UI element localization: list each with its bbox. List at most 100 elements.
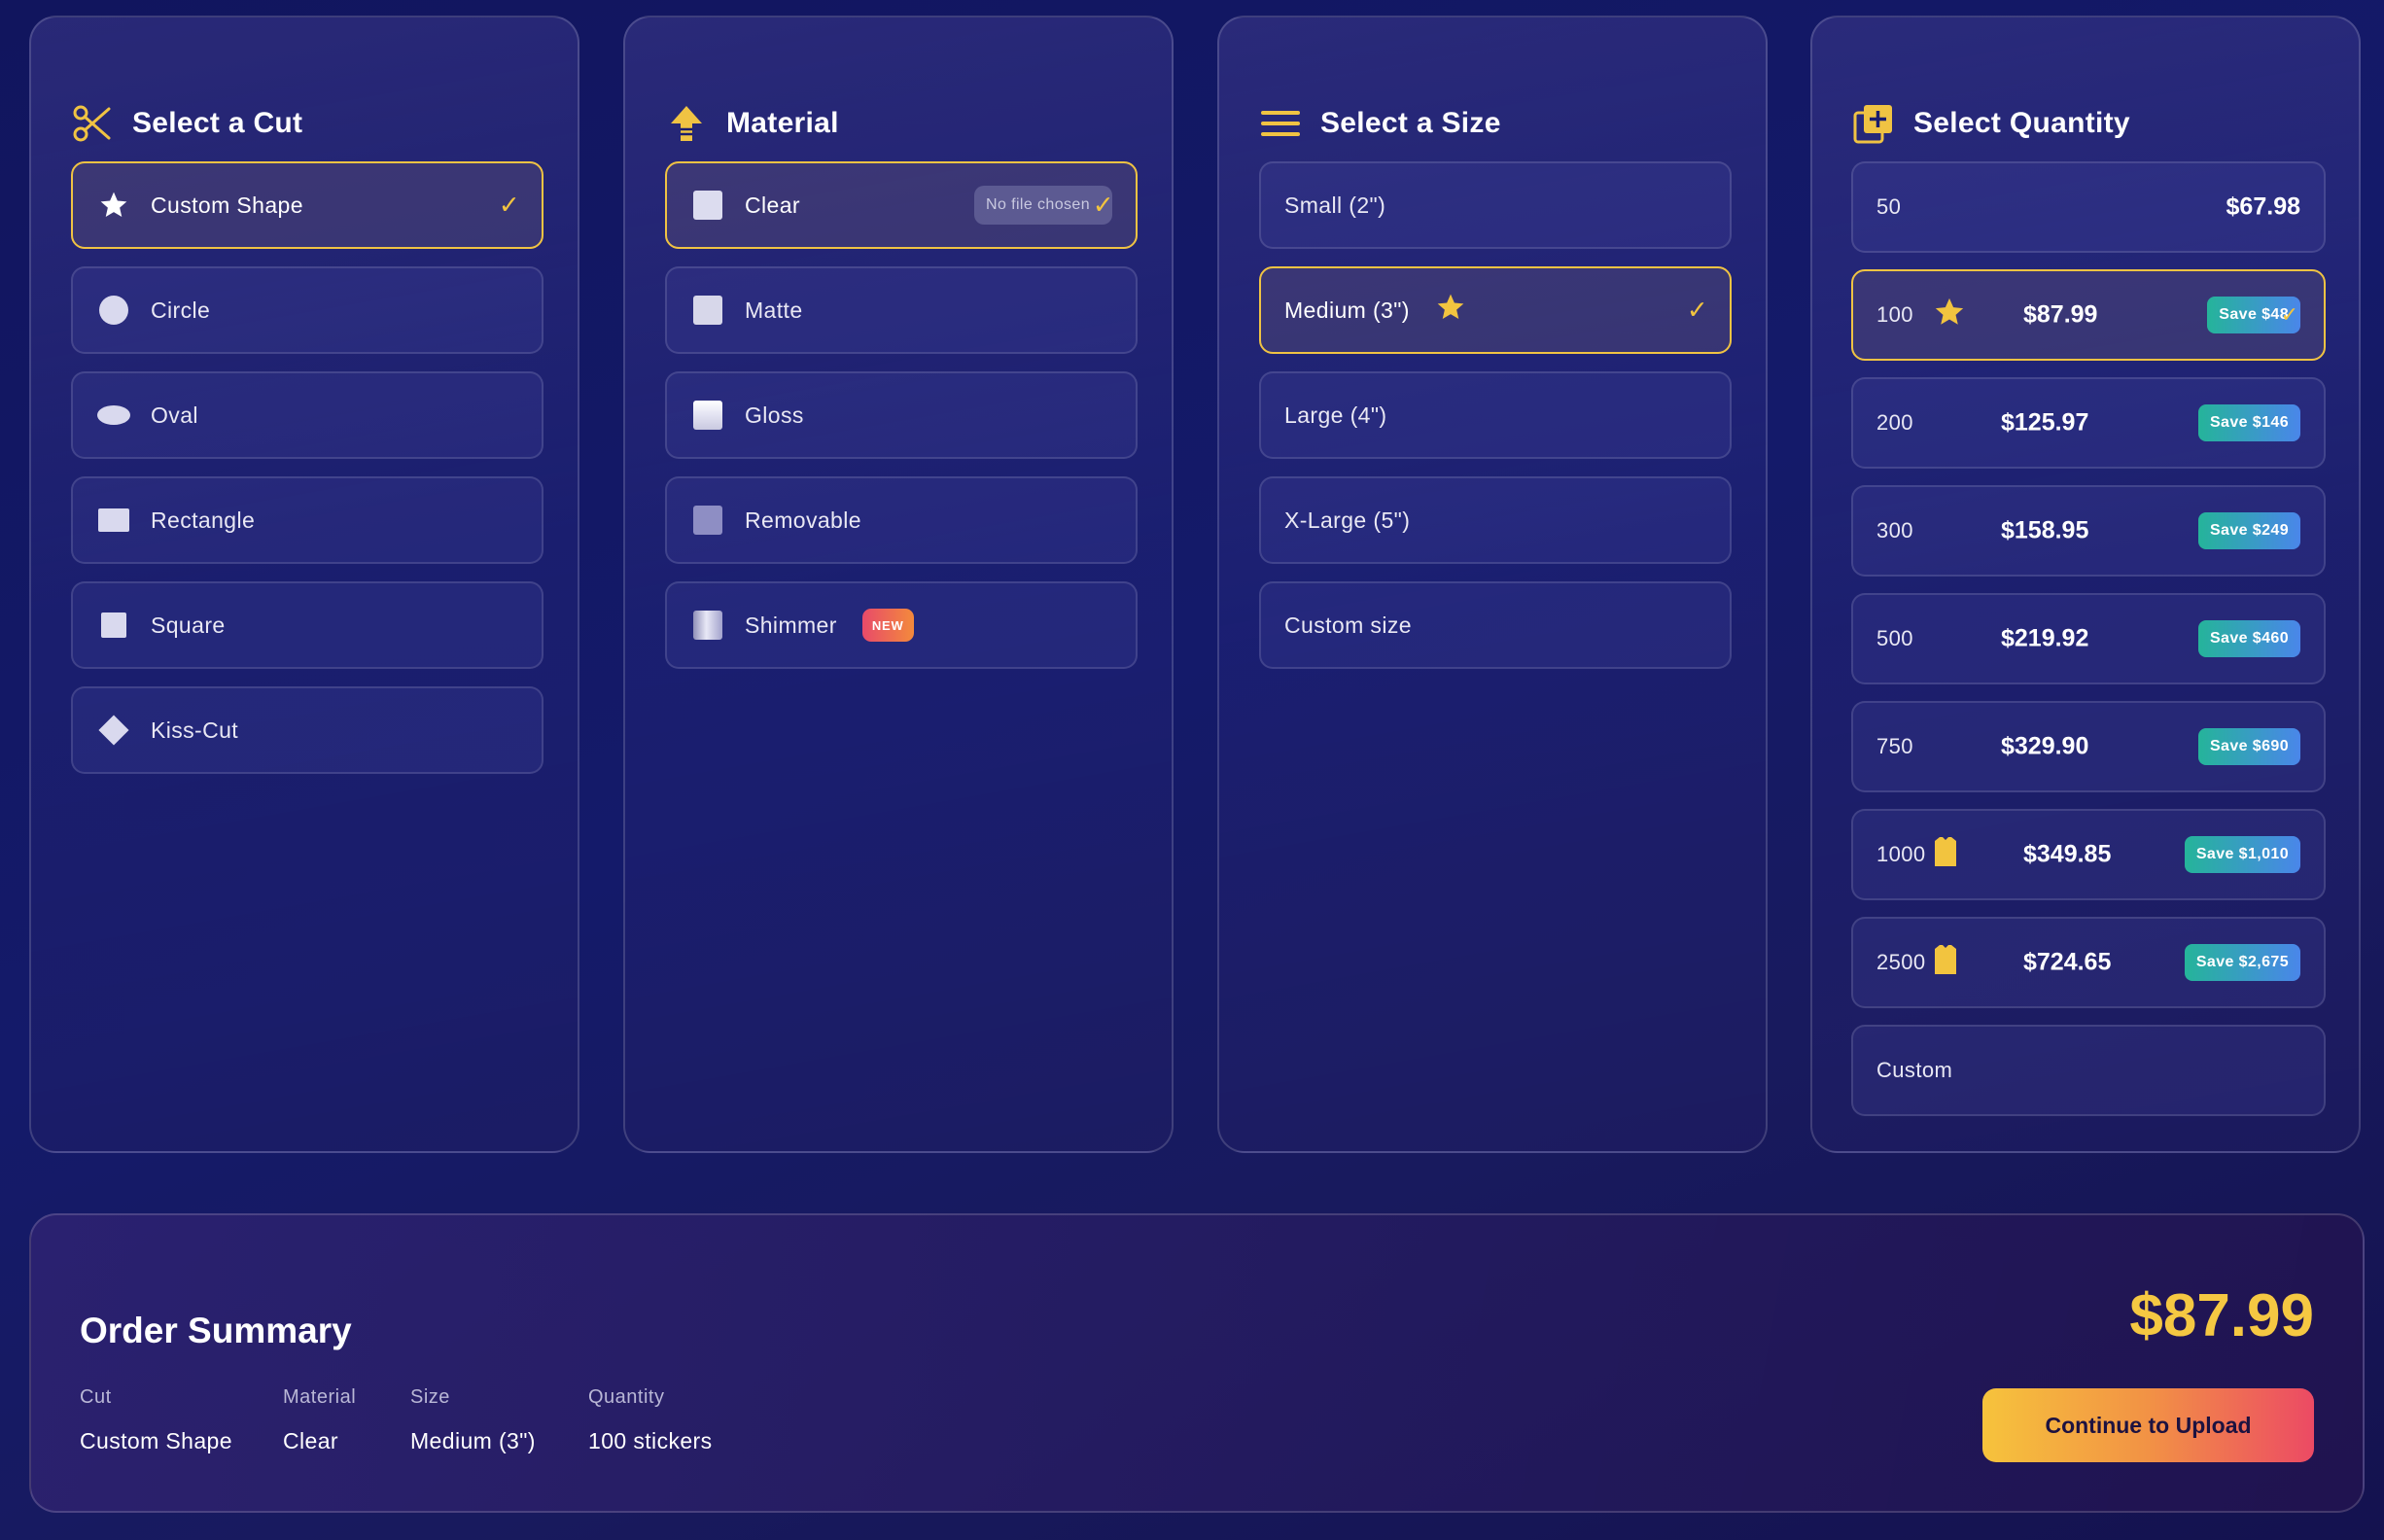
material-option-label: Gloss bbox=[745, 402, 804, 428]
size-option-label: Small (2") bbox=[1284, 192, 1386, 218]
summary-value: Clear bbox=[283, 1428, 338, 1453]
quantity-amount: 100 bbox=[1876, 302, 1913, 327]
star-icon bbox=[1933, 296, 1966, 334]
diamond-shape-icon bbox=[96, 713, 131, 748]
save-badge: Save $249 bbox=[2197, 512, 2300, 549]
size-option-x-large[interactable]: X-Large (5") bbox=[1259, 476, 1732, 564]
summary-value: Medium (3") bbox=[410, 1428, 536, 1453]
shimmer-swatch-icon bbox=[690, 608, 725, 643]
cut-panel-title: Select a Cut bbox=[132, 107, 303, 139]
gloss-swatch-icon bbox=[690, 398, 725, 433]
circle-shape-icon bbox=[96, 293, 131, 328]
removable-swatch-icon bbox=[690, 503, 725, 538]
order-summary-title: Order Summary bbox=[80, 1311, 352, 1350]
quantity-option-custom[interactable]: Custom bbox=[1851, 1025, 2326, 1116]
cut-option-oval[interactable]: Oval bbox=[71, 371, 543, 459]
save-badge: Save $1,010 bbox=[2184, 836, 2300, 873]
material-option-label: Shimmer bbox=[745, 612, 837, 638]
material-option-shimmer[interactable]: Shimmer NEW bbox=[665, 581, 1138, 669]
cut-option-custom-shape[interactable]: Custom Shape ✓ bbox=[71, 161, 543, 249]
checkmark-icon: ✓ bbox=[498, 190, 520, 220]
summary-size: Size Medium (3") bbox=[410, 1386, 536, 1454]
scissors-icon bbox=[72, 103, 113, 144]
lines-icon bbox=[1260, 103, 1301, 144]
cut-options: Custom Shape ✓ Circle Oval Rectangle Squ… bbox=[71, 161, 543, 791]
quantity-amount: 300 bbox=[1876, 518, 1913, 542]
quantity-option-2500[interactable]: 2500 $724.65 Save $2,675 bbox=[1851, 917, 2326, 1008]
size-panel-header: Select a Size bbox=[1260, 101, 1501, 146]
order-total: $87.99 bbox=[2129, 1282, 2314, 1349]
quantity-panel-title: Select Quantity bbox=[1913, 107, 2130, 139]
summary-material: Material Clear bbox=[283, 1386, 356, 1454]
cut-option-rectangle[interactable]: Rectangle bbox=[71, 476, 543, 564]
oval-shape-icon bbox=[96, 398, 131, 433]
add-copies-icon bbox=[1853, 103, 1894, 144]
summary-label: Cut bbox=[80, 1386, 112, 1408]
quantity-price: $329.90 bbox=[2001, 732, 2089, 760]
summary-quantity: Quantity 100 stickers bbox=[588, 1386, 713, 1454]
clear-swatch-icon bbox=[690, 188, 725, 223]
size-option-small[interactable]: Small (2") bbox=[1259, 161, 1732, 249]
checkmark-icon: ✓ bbox=[1686, 295, 1708, 325]
material-options: Clear No file chosen ✓ Matte Gloss Remov… bbox=[665, 161, 1138, 686]
material-layers-icon bbox=[666, 103, 707, 144]
cut-option-label: Circle bbox=[151, 297, 211, 323]
file-chooser-chip[interactable]: No file chosen bbox=[974, 186, 1112, 225]
quantity-amount: 1000 bbox=[1876, 842, 1926, 866]
material-option-label: Clear bbox=[745, 192, 800, 218]
quantity-option-1000[interactable]: 1000 $349.85 Save $1,010 bbox=[1851, 809, 2326, 900]
material-option-matte[interactable]: Matte bbox=[665, 266, 1138, 354]
size-option-medium[interactable]: Medium (3") ✓ bbox=[1259, 266, 1732, 354]
save-badge: Save $146 bbox=[2197, 404, 2300, 441]
cut-option-label: Custom Shape bbox=[151, 192, 303, 218]
material-option-gloss[interactable]: Gloss bbox=[665, 371, 1138, 459]
order-summary: Order Summary Cut Custom Shape Material … bbox=[29, 1213, 2365, 1513]
cut-option-square[interactable]: Square bbox=[71, 581, 543, 669]
checkmark-icon: ✓ bbox=[2280, 302, 2298, 327]
cut-option-label: Rectangle bbox=[151, 507, 256, 533]
quantity-amount: 200 bbox=[1876, 410, 1913, 435]
shirt-icon bbox=[1933, 835, 1958, 874]
size-option-label: Custom size bbox=[1284, 612, 1412, 638]
summary-label: Size bbox=[410, 1386, 450, 1408]
size-option-label: Medium (3") bbox=[1284, 297, 1410, 323]
size-panel: Select a Size Small (2") Medium (3") ✓ L… bbox=[1217, 16, 1768, 1153]
cut-panel-header: Select a Cut bbox=[72, 101, 302, 146]
quantity-price: $87.99 bbox=[2023, 300, 2098, 329]
quantity-option-50[interactable]: 50 $67.98 bbox=[1851, 161, 2326, 253]
quantity-option-750[interactable]: 750 $329.90 Save $690 bbox=[1851, 701, 2326, 792]
quantity-option-300[interactable]: 300 $158.95 Save $249 bbox=[1851, 485, 2326, 577]
summary-cut: Cut Custom Shape bbox=[80, 1386, 232, 1454]
material-option-clear[interactable]: Clear No file chosen ✓ bbox=[665, 161, 1138, 249]
square-shape-icon bbox=[96, 608, 131, 643]
continue-to-upload-button[interactable]: Continue to Upload bbox=[1982, 1388, 2314, 1462]
matte-swatch-icon bbox=[690, 293, 725, 328]
size-option-large[interactable]: Large (4") bbox=[1259, 371, 1732, 459]
quantity-amount: 500 bbox=[1876, 626, 1913, 650]
new-badge: NEW bbox=[861, 609, 914, 642]
quantity-panel-header: Select Quantity bbox=[1853, 101, 2130, 146]
size-option-custom[interactable]: Custom size bbox=[1259, 581, 1732, 669]
material-option-removable[interactable]: Removable bbox=[665, 476, 1138, 564]
quantity-option-200[interactable]: 200 $125.97 Save $146 bbox=[1851, 377, 2326, 469]
cut-panel: Select a Cut Custom Shape ✓ Circle Oval … bbox=[29, 16, 579, 1153]
summary-label: Material bbox=[283, 1386, 357, 1408]
material-option-label: Removable bbox=[745, 507, 861, 533]
material-panel-title: Material bbox=[726, 107, 839, 139]
checkmark-icon: ✓ bbox=[1092, 190, 1114, 220]
size-option-label: X-Large (5") bbox=[1284, 507, 1411, 533]
quantity-option-100[interactable]: 100 $87.99 Save $48 ✓ bbox=[1851, 269, 2326, 361]
quantity-amount: 2500 bbox=[1876, 950, 1926, 974]
quantity-options: 50 $67.98 100 $87.99 Save $48 ✓ 200 $125… bbox=[1851, 161, 2326, 1133]
material-panel-header: Material bbox=[666, 101, 839, 146]
save-badge: Save $690 bbox=[2197, 728, 2300, 765]
material-panel: Material Clear No file chosen ✓ Matte Gl… bbox=[623, 16, 1174, 1153]
quantity-panel: Select Quantity 50 $67.98 100 $87.99 Sav… bbox=[1810, 16, 2361, 1153]
quantity-option-500[interactable]: 500 $219.92 Save $460 bbox=[1851, 593, 2326, 684]
cut-option-kiss-cut[interactable]: Kiss-Cut bbox=[71, 686, 543, 774]
cut-option-label: Kiss-Cut bbox=[151, 717, 239, 743]
star-icon bbox=[1435, 292, 1466, 329]
quantity-price: $219.92 bbox=[2001, 624, 2089, 652]
size-panel-title: Select a Size bbox=[1320, 107, 1501, 139]
cut-option-circle[interactable]: Circle bbox=[71, 266, 543, 354]
